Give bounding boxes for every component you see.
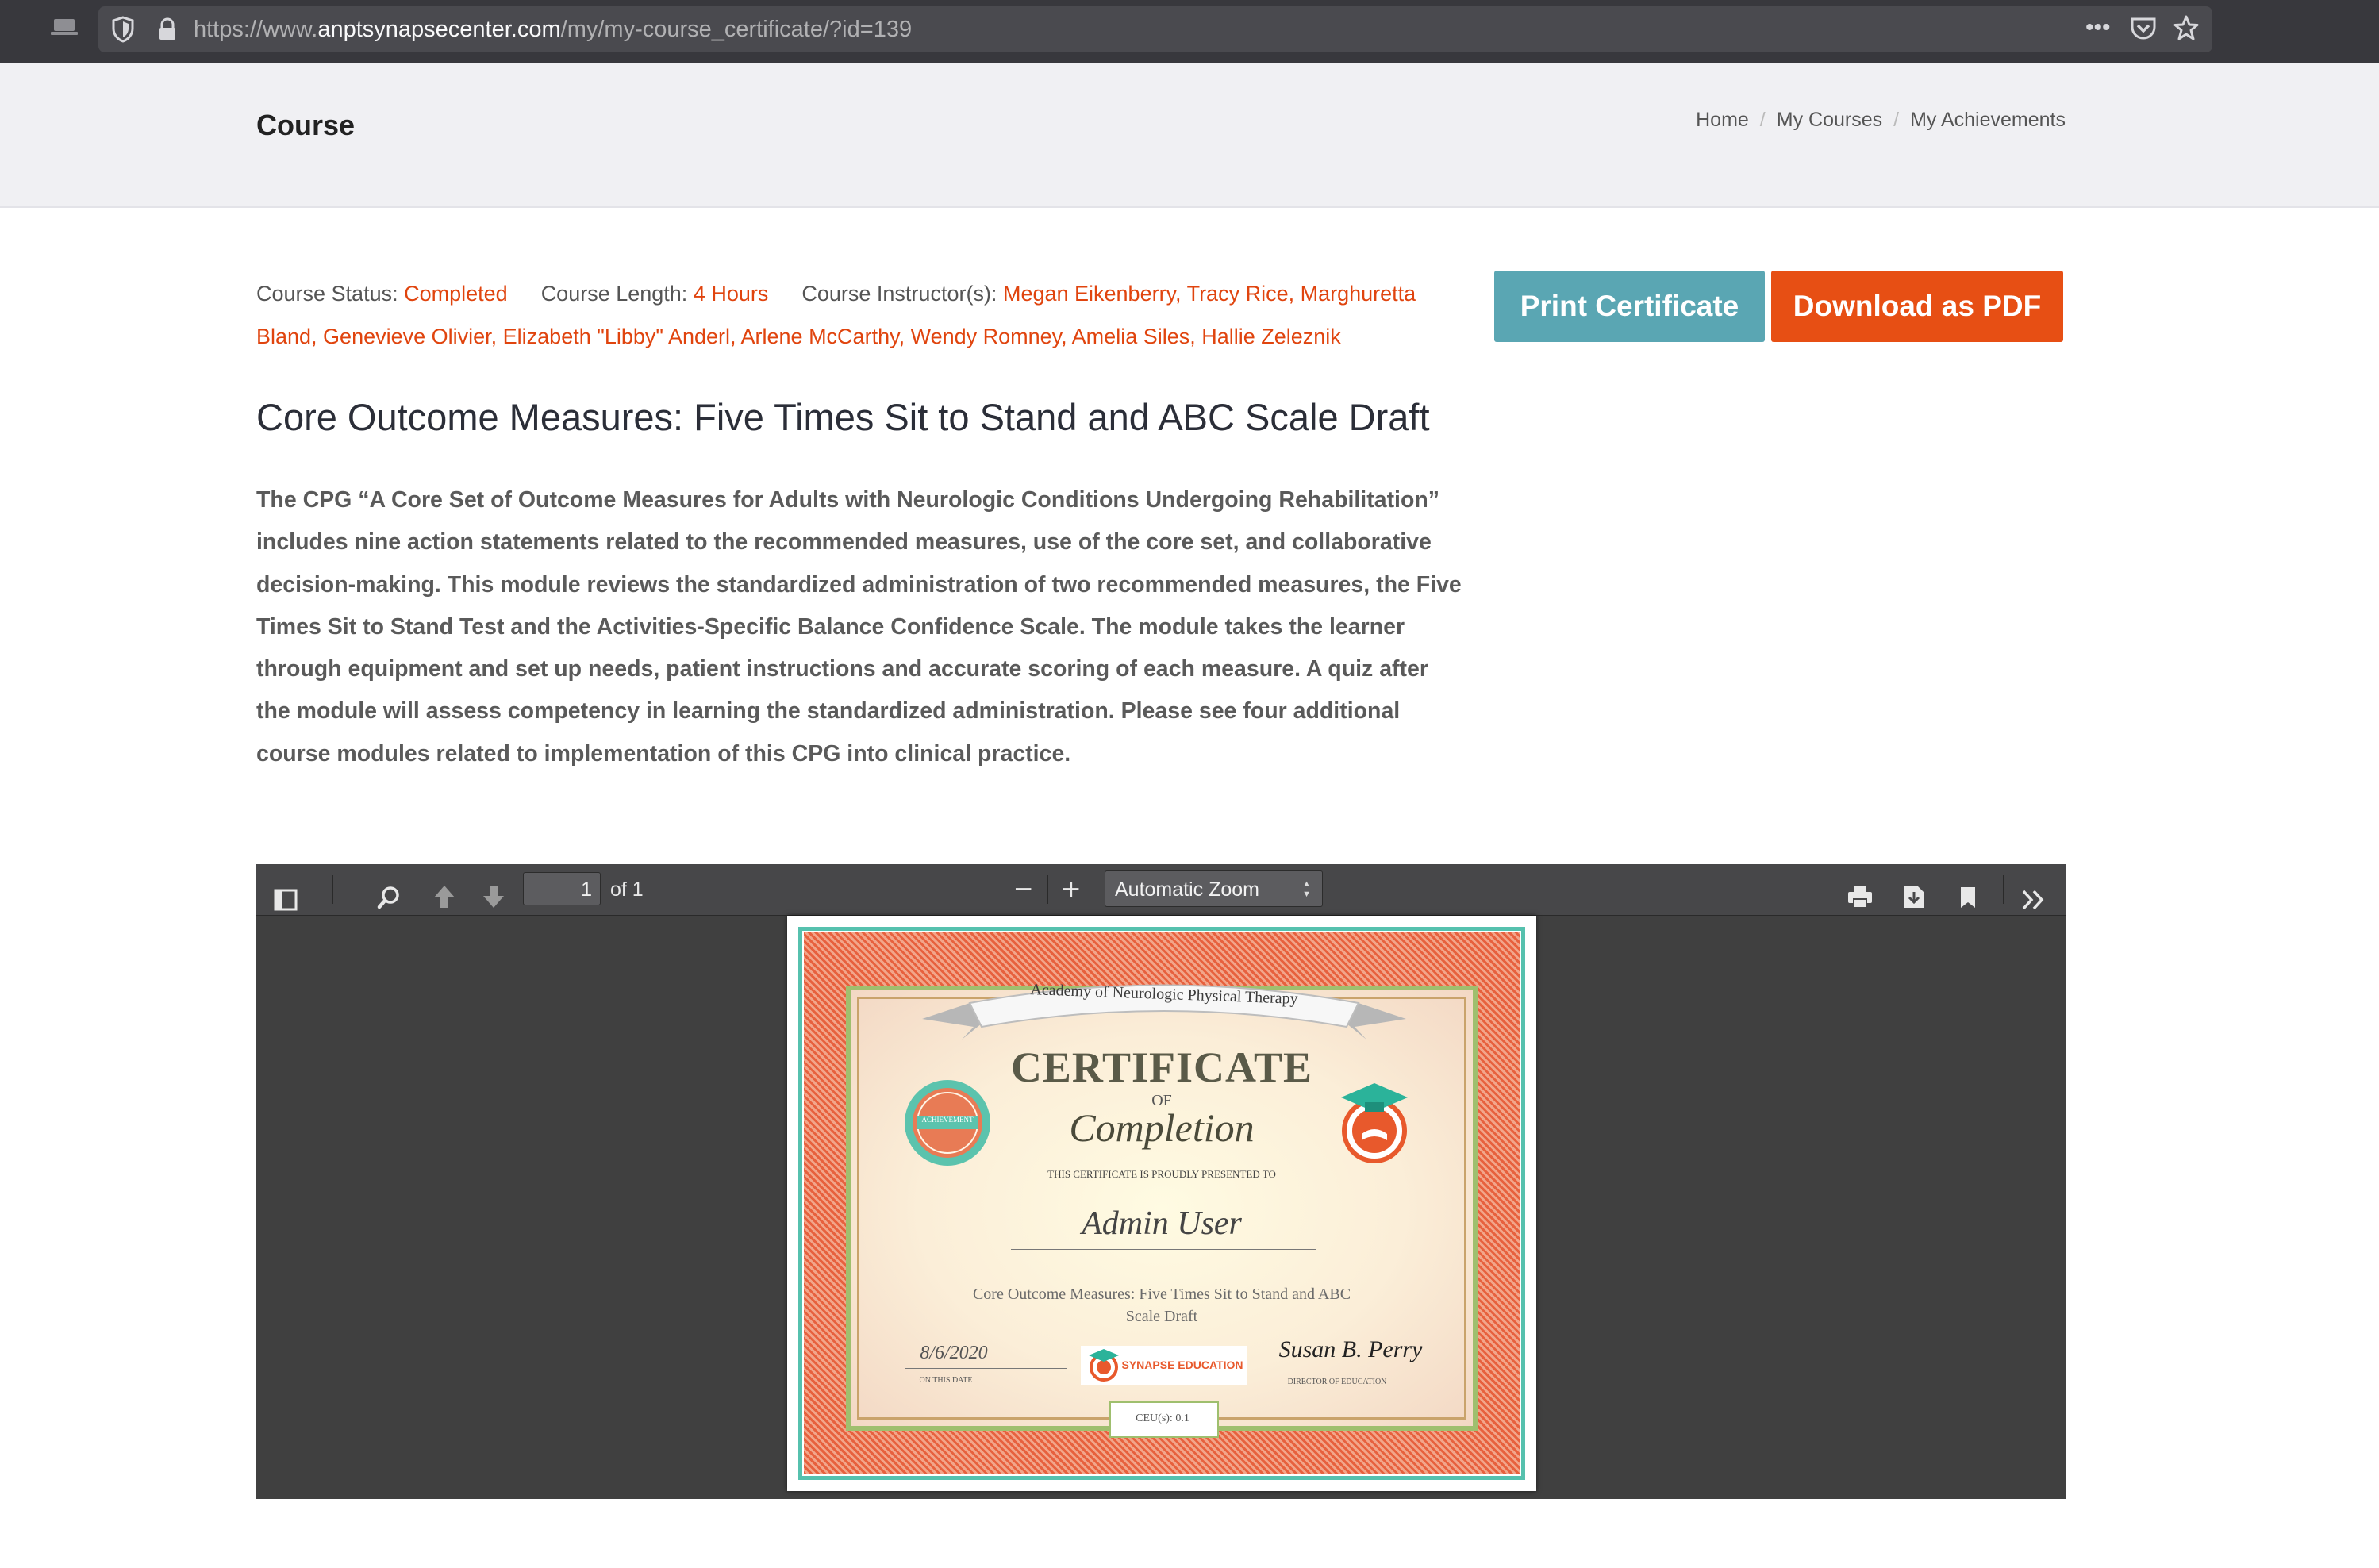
status-value: Completed xyxy=(404,282,508,306)
ceu-text: CEU(s): 0.1 xyxy=(1136,1412,1190,1424)
page-number-input[interactable]: 1 xyxy=(523,872,601,905)
download-pdf-button[interactable]: Download as PDF xyxy=(1771,271,2063,342)
course-line-1: Core Outcome Measures: Five Times Sit to… xyxy=(972,1286,1351,1303)
course-meta: Course Status: Completed Course Length: 4… xyxy=(256,272,1462,358)
bookmark-star-icon[interactable] xyxy=(2173,14,2200,45)
breadcrumb: Home / My Courses / My Achievements xyxy=(1696,109,2066,132)
tools-chevron-icon[interactable] xyxy=(2021,878,2047,929)
breadcrumb-my-courses[interactable]: My Courses xyxy=(1777,109,1882,131)
zoom-in-icon[interactable]: + xyxy=(1062,864,1080,915)
more-actions-icon[interactable]: ••• xyxy=(2085,14,2111,41)
status-label: Course Status: xyxy=(256,282,398,306)
print-icon[interactable] xyxy=(1847,877,1874,928)
certificate-title: CERTIFICATE xyxy=(1010,1043,1313,1091)
signature-label: DIRECTOR OF EDUCATION xyxy=(1287,1378,1387,1386)
certificate-date: 8/6/2020 xyxy=(920,1343,988,1363)
breadcrumb-separator: / xyxy=(1893,109,1900,131)
toolbar-divider xyxy=(1047,875,1048,904)
url-text[interactable]: https://www.anptsynapsecenter.com/my/my-… xyxy=(194,17,912,43)
certificate-presented: THIS CERTIFICATE IS PROUDLY PRESENTED TO xyxy=(1047,1168,1276,1180)
pdf-toolbar: 1 of 1 − + Automatic Zoom ▲ ▼ xyxy=(256,864,2066,916)
print-certificate-button[interactable]: Print Certificate xyxy=(1494,271,1765,342)
toolbar-divider xyxy=(332,875,333,904)
page-header: Course Home / My Courses / My Achievements xyxy=(0,63,2379,208)
length-value: 4 Hours xyxy=(693,282,769,306)
certificate-completion: Completion xyxy=(1069,1105,1255,1150)
education-badge-icon xyxy=(1333,1078,1412,1167)
instructors-label: Course Instructor(s): xyxy=(801,282,997,306)
next-page-icon[interactable] xyxy=(482,877,505,928)
recipient-name: Admin User xyxy=(1082,1205,1242,1242)
bookmark-icon[interactable] xyxy=(1959,877,1977,928)
shield-icon[interactable] xyxy=(111,16,135,47)
browser-toolbar: https://www.anptsynapsecenter.com/my/my-… xyxy=(0,0,2379,63)
director-signature: Susan B. Perry xyxy=(1278,1336,1423,1362)
zoom-select[interactable]: Automatic Zoom ▲ ▼ xyxy=(1105,870,1323,907)
select-arrows-icon: ▲ ▼ xyxy=(1302,879,1311,899)
breadcrumb-home[interactable]: Home xyxy=(1696,109,1749,131)
logo-text: SYNAPSE EDUCATION xyxy=(1121,1359,1243,1371)
toolbar-divider xyxy=(2003,875,2004,904)
date-underline xyxy=(905,1368,1067,1369)
course-line-2: Scale Draft xyxy=(1125,1308,1198,1325)
previous-page-icon[interactable] xyxy=(432,877,456,928)
course-title: Core Outcome Measures: Five Times Sit to… xyxy=(256,396,1430,438)
seal-text: ACHIEVEMENT xyxy=(921,1116,974,1124)
lock-icon[interactable] xyxy=(157,17,178,45)
certificate-page: Academy of Neurologic Physical Therapy C… xyxy=(787,916,1536,1491)
pdf-viewer: 1 of 1 − + Automatic Zoom ▲ ▼ Academy of… xyxy=(256,864,2066,1499)
sidebar-tab-icon[interactable] xyxy=(51,17,78,37)
download-icon[interactable] xyxy=(1903,877,1925,928)
breadcrumb-separator: / xyxy=(1759,109,1766,131)
breadcrumb-my-achievements[interactable]: My Achievements xyxy=(1910,109,2066,131)
length-label: Course Length: xyxy=(540,282,688,306)
date-label: ON THIS DATE xyxy=(919,1376,973,1385)
pocket-icon[interactable] xyxy=(2130,16,2157,45)
zoom-out-icon[interactable]: − xyxy=(1014,864,1032,915)
find-icon[interactable] xyxy=(377,877,401,928)
url-bar[interactable]: https://www.anptsynapsecenter.com/my/my-… xyxy=(98,6,2212,52)
name-underline xyxy=(1011,1249,1316,1250)
course-description: The CPG “A Core Set of Outcome Measures … xyxy=(256,487,1462,767)
page-title: Course xyxy=(256,109,356,141)
page-count: of 1 xyxy=(610,878,644,901)
zoom-select-value: Automatic Zoom xyxy=(1115,878,1260,901)
sidebar-toggle-icon[interactable] xyxy=(274,878,298,929)
